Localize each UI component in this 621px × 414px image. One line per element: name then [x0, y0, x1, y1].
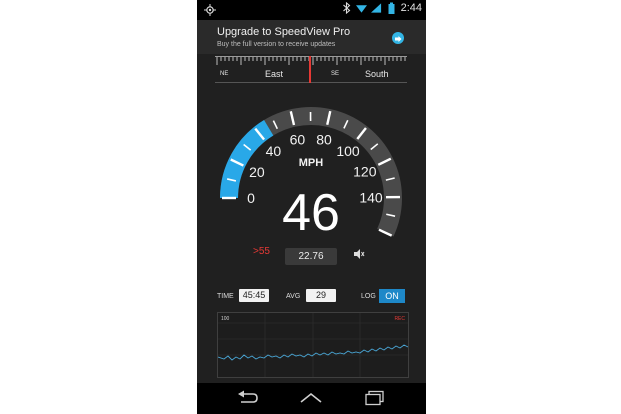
banner-subtitle: Buy the full version to receive updates: [217, 41, 336, 48]
gauge-tick-label-60: 60: [290, 132, 306, 148]
status-time: 2:44: [400, 2, 422, 14]
speaker-icon[interactable]: [353, 248, 365, 260]
speed-limit-label[interactable]: >55: [253, 246, 270, 257]
gauge-tick-label-120: 120: [353, 163, 377, 179]
time-value: 45:45: [239, 289, 269, 302]
recents-icon[interactable]: [363, 390, 387, 406]
gauge-tick-label-100: 100: [336, 143, 360, 159]
battery-icon: [388, 2, 395, 14]
speed-graph: 100 REC: [217, 312, 409, 378]
compass-label-ne: NE: [220, 71, 229, 77]
signal-icon: [370, 3, 381, 13]
gauge-tick-label-80: 80: [316, 131, 332, 147]
home-icon[interactable]: [298, 390, 324, 406]
navigation-bar: [197, 383, 426, 414]
compass-label-se: SE: [331, 71, 340, 77]
upgrade-banner[interactable]: Upgrade to SpeedView Pro Buy the full ve…: [197, 20, 426, 54]
gauge-tick-label-20: 20: [249, 164, 265, 180]
status-bar: 2:44: [197, 0, 426, 20]
gauge-tick-label-140: 140: [359, 189, 383, 205]
gauge-tick-label-40: 40: [266, 143, 282, 159]
back-icon[interactable]: [235, 390, 259, 406]
speedometer-gauge: 0 2040 60 80100 120 140 MPH 46: [220, 107, 402, 242]
log-toggle[interactable]: ON: [379, 289, 405, 303]
trip-distance: 22.76: [285, 248, 337, 265]
compass-label-south: South: [365, 69, 389, 79]
speed-value: 46: [282, 184, 340, 242]
avg-value: 29: [306, 289, 336, 302]
banner-title: Upgrade to SpeedView Pro: [217, 26, 351, 38]
compass-label-east: East: [265, 69, 284, 79]
stats-row: TIME 45:45 AVG 29 LOG ON: [197, 288, 426, 304]
phone-screen: 2:44 Upgrade to SpeedView Pro Buy the fu…: [197, 0, 426, 414]
compass-strip: NE East SE South: [215, 56, 407, 83]
gauge-tick-label-0: 0: [247, 190, 255, 206]
log-label: LOG: [361, 293, 376, 300]
bluetooth-icon: [342, 2, 350, 14]
time-label: TIME: [217, 293, 234, 300]
speed-unit: MPH: [299, 157, 324, 169]
avg-label: AVG: [286, 293, 301, 300]
gps-icon: [204, 4, 216, 16]
wifi-icon: [355, 5, 367, 13]
upgrade-arrow-icon[interactable]: [392, 32, 404, 44]
